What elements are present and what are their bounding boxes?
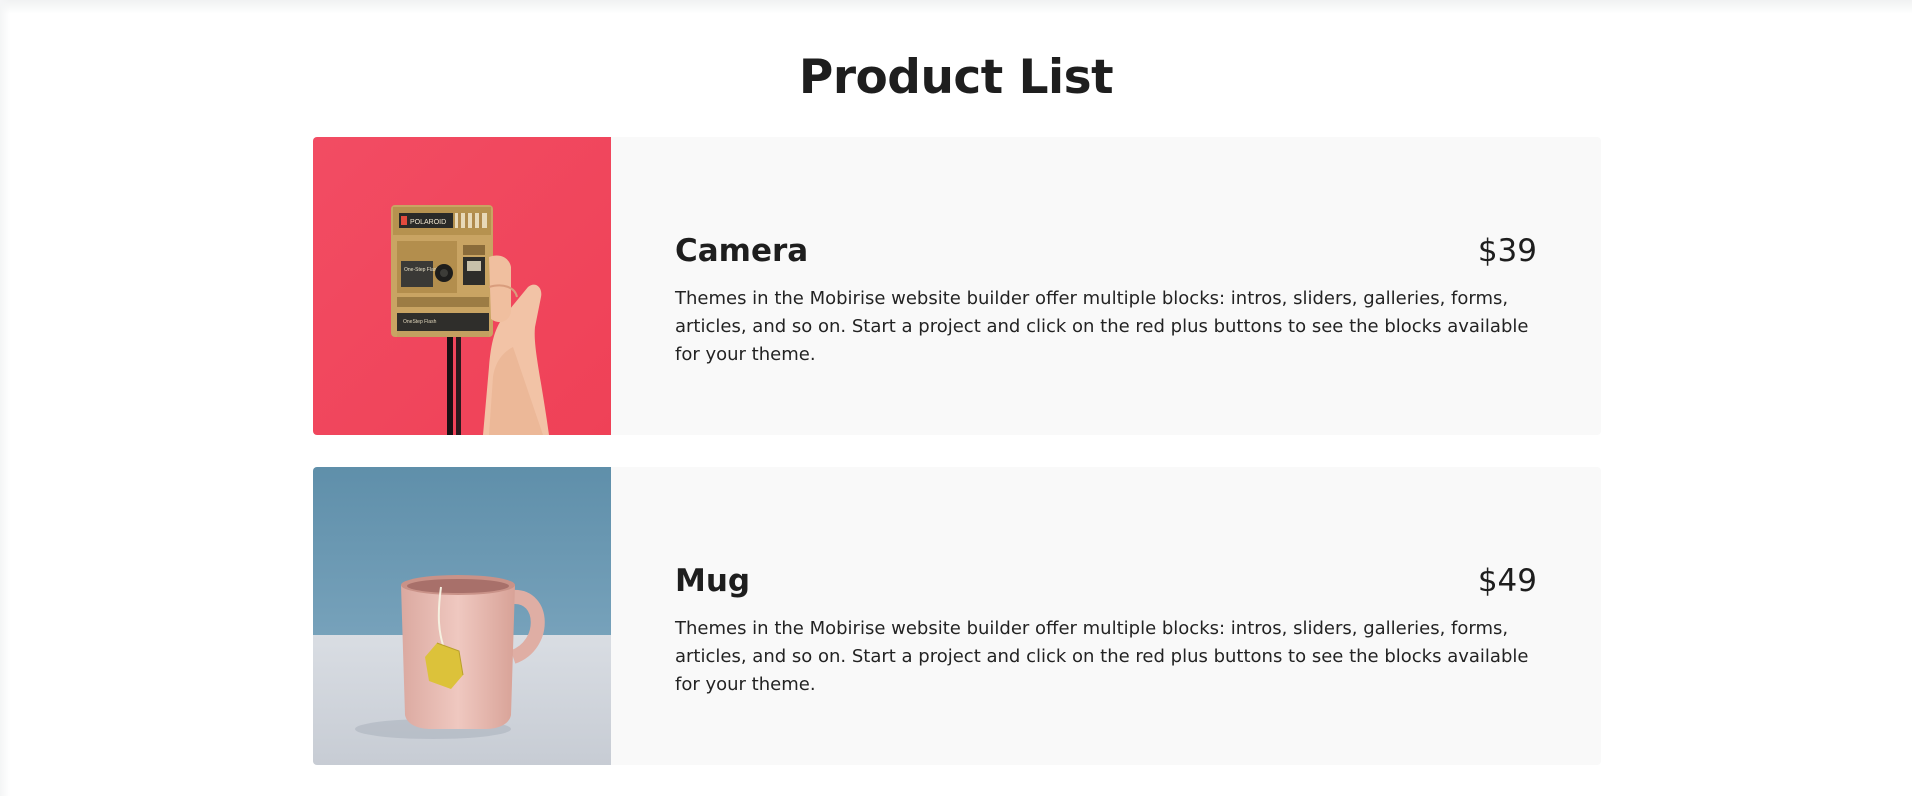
product-name: Camera — [675, 233, 809, 269]
camera-brand-text: POLAROID — [410, 219, 446, 226]
page-title: Product List — [798, 50, 1114, 105]
product-description: Themes in the Mobirise website builder o… — [675, 618, 1529, 695]
product-price: $49 — [1477, 563, 1537, 599]
product-body-camera: Camera $39 Themes in the Mobirise websit… — [675, 229, 1537, 369]
top-shadow — [0, 0, 1912, 14]
product-head: Camera $39 — [675, 229, 1537, 273]
product-description: Themes in the Mobirise website builder o… — [675, 288, 1529, 365]
product-card-camera: POLAROID One-Step Flash OneStep Flash Ca… — [313, 137, 1601, 435]
product-head: Mug $49 — [675, 559, 1537, 603]
camera-label-2: OneStep Flash — [403, 319, 437, 325]
left-shadow — [0, 0, 10, 796]
product-image-mug — [313, 467, 611, 765]
product-image-camera: POLAROID One-Step Flash OneStep Flash — [313, 137, 611, 435]
product-list: POLAROID One-Step Flash OneStep Flash Ca… — [313, 137, 1601, 796]
product-card-mug: Mug $49 Themes in the Mobirise website b… — [313, 467, 1601, 765]
camera-label-1: One-Step Flash — [404, 267, 439, 273]
product-name: Mug — [675, 563, 751, 599]
product-body-mug: Mug $49 Themes in the Mobirise website b… — [675, 559, 1537, 699]
product-price: $39 — [1477, 233, 1537, 269]
